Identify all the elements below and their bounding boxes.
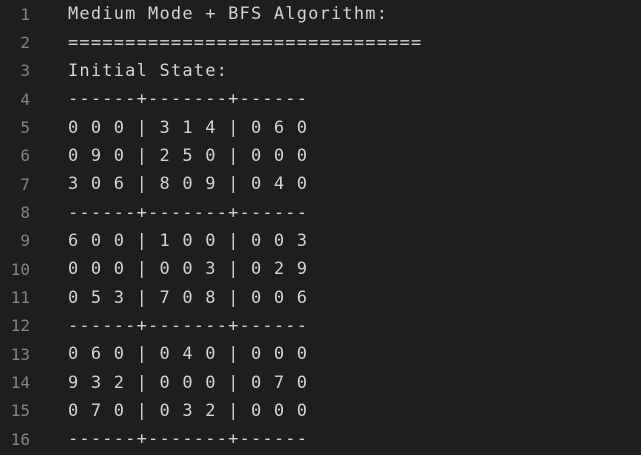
code-line[interactable]: 9 6 0 0 | 1 0 0 | 0 0 3 <box>0 227 641 255</box>
code-line[interactable]: 6 0 9 0 | 2 5 0 | 0 0 0 <box>0 142 641 170</box>
line-number: 1 <box>20 4 30 24</box>
code-line[interactable]: 4 ------+-------+------ <box>0 85 641 113</box>
line-text: 0 6 0 | 0 4 0 | 0 0 0 <box>68 344 309 365</box>
line-number: 8 <box>20 203 30 223</box>
line-text: ------+-------+------ <box>68 202 309 223</box>
code-line[interactable]: 11 0 5 3 | 7 0 8 | 0 0 6 <box>0 283 641 311</box>
line-number: 13 <box>10 344 30 364</box>
line-number: 14 <box>10 373 30 393</box>
line-text: Initial State: <box>68 60 229 81</box>
code-line[interactable]: 13 0 6 0 | 0 4 0 | 0 0 0 <box>0 340 641 368</box>
code-line[interactable]: 15 0 7 0 | 0 3 2 | 0 0 0 <box>0 397 641 425</box>
code-line[interactable]: 12 ------+-------+------ <box>0 312 641 340</box>
code-line[interactable]: 8 ------+-------+------ <box>0 198 641 226</box>
code-line[interactable]: 16 ------+-------+------ <box>0 425 641 453</box>
line-number: 11 <box>10 288 30 308</box>
line-number: 7 <box>20 174 30 194</box>
line-number: 4 <box>20 89 30 109</box>
line-number: 10 <box>10 259 30 279</box>
line-text: 0 0 0 | 3 1 4 | 0 6 0 <box>68 117 309 138</box>
line-text: 0 5 3 | 7 0 8 | 0 0 6 <box>68 287 309 308</box>
code-line[interactable]: 1 Medium Mode + BFS Algorithm: <box>0 0 641 28</box>
line-number: 16 <box>10 429 30 449</box>
line-text: 9 3 2 | 0 0 0 | 0 7 0 <box>68 372 309 393</box>
line-number: 3 <box>20 61 30 81</box>
line-number: 15 <box>10 401 30 421</box>
line-number: 12 <box>10 316 30 336</box>
line-number: 6 <box>20 146 30 166</box>
line-text: 0 9 0 | 2 5 0 | 0 0 0 <box>68 145 309 166</box>
code-line[interactable]: 10 0 0 0 | 0 0 3 | 0 2 9 <box>0 255 641 283</box>
code-line[interactable]: 2 =============================== <box>0 28 641 56</box>
line-text: 3 0 6 | 8 0 9 | 0 4 0 <box>68 174 309 195</box>
line-text: Medium Mode + BFS Algorithm: <box>68 4 389 25</box>
line-text: ------+-------+------ <box>68 89 309 110</box>
line-text: ------+-------+------ <box>68 429 309 450</box>
line-text: =============================== <box>68 32 423 53</box>
line-number: 9 <box>20 231 30 251</box>
line-text: 6 0 0 | 1 0 0 | 0 0 3 <box>68 230 309 251</box>
code-line[interactable]: 7 3 0 6 | 8 0 9 | 0 4 0 <box>0 170 641 198</box>
line-number: 5 <box>20 118 30 138</box>
line-text: ------+-------+------ <box>68 315 309 336</box>
line-text: 0 0 0 | 0 0 3 | 0 2 9 <box>68 259 309 280</box>
code-line[interactable]: 14 9 3 2 | 0 0 0 | 0 7 0 <box>0 368 641 396</box>
line-text: 0 7 0 | 0 3 2 | 0 0 0 <box>68 400 309 421</box>
code-editor[interactable]: 1 Medium Mode + BFS Algorithm: 2 ==========… <box>0 0 641 454</box>
code-line[interactable]: 5 0 0 0 | 3 1 4 | 0 6 0 <box>0 113 641 141</box>
line-number: 2 <box>20 33 30 53</box>
code-line[interactable]: 3 Initial State: <box>0 57 641 85</box>
